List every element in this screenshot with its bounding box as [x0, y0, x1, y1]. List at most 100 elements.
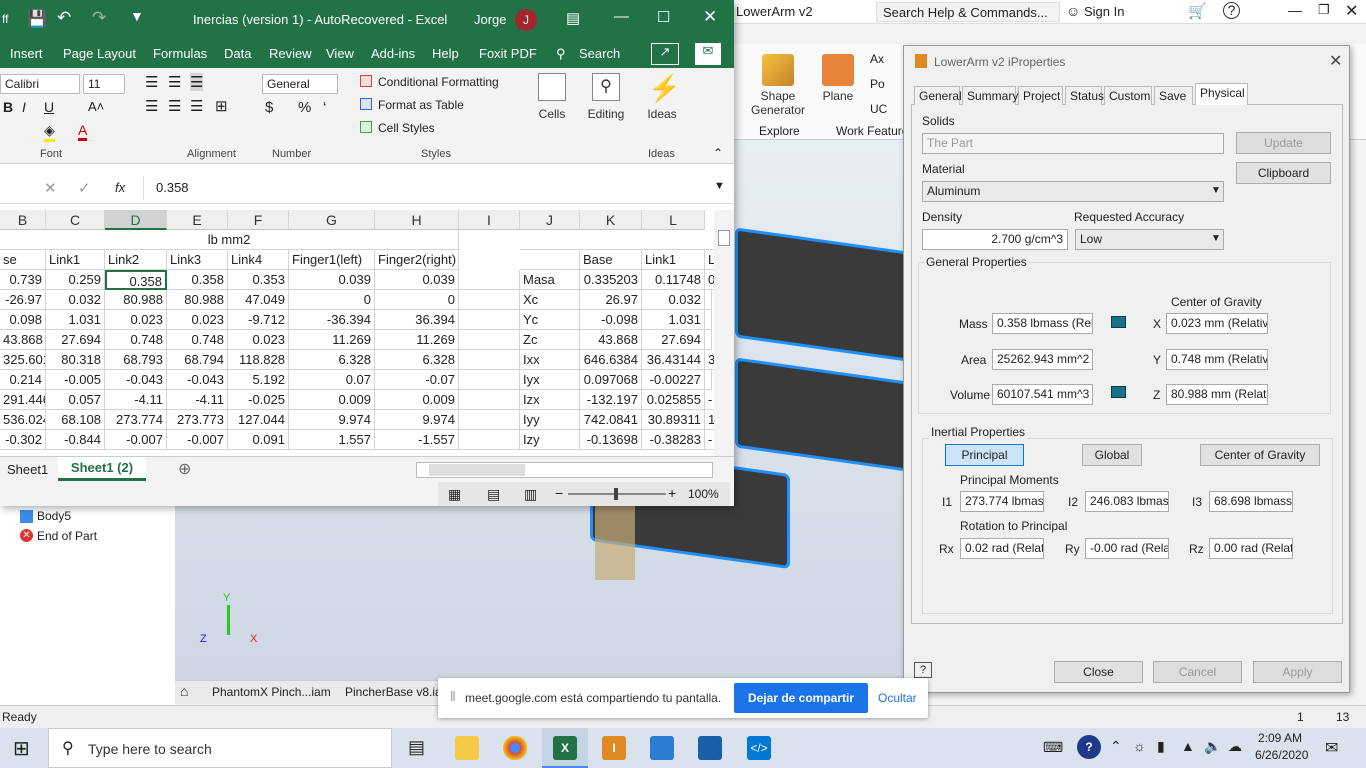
font-name-select[interactable]: Calibri	[0, 74, 80, 94]
comments-icon[interactable]: ✉	[695, 43, 721, 65]
column-header-H[interactable]: H	[375, 210, 459, 230]
merge-center-icon[interactable]: ⊞	[215, 97, 228, 115]
dialog-tab-status[interactable]: Status	[1065, 86, 1104, 105]
table-cell-empty[interactable]	[459, 410, 520, 430]
home-icon[interactable]: ⌂	[180, 683, 188, 699]
search-icon[interactable]: ⚲	[556, 46, 566, 62]
page-layout-view-icon[interactable]: ▤	[487, 486, 500, 503]
table-cell[interactable]: 0.358	[167, 270, 228, 290]
table-cell[interactable]: 0.025855	[642, 390, 705, 410]
table-cell[interactable]: -	[705, 390, 714, 410]
table-cell[interactable]: 0.039	[289, 270, 375, 290]
table-cell[interactable]: 0.739	[0, 270, 46, 290]
close-icon[interactable]: ✕	[1345, 1, 1358, 21]
table-cell[interactable]: Masa	[520, 270, 580, 290]
collapse-ribbon-icon[interactable]: ⌃	[713, 146, 723, 160]
currency-icon[interactable]: $	[265, 99, 273, 116]
wifi-icon[interactable]: ▲	[1181, 738, 1195, 754]
help-button[interactable]: ?	[914, 662, 932, 678]
table-cell[interactable]: 9.974	[289, 410, 375, 430]
table-cell[interactable]: Iyx	[520, 370, 580, 390]
table-cell[interactable]: -4.11	[167, 390, 228, 410]
table-cell[interactable]: -1.557	[375, 430, 459, 450]
table-cell[interactable]: 11.269	[375, 330, 459, 350]
table-cell[interactable]: 0	[705, 270, 714, 290]
horizontal-scrollbar[interactable]	[416, 462, 713, 478]
table-cell[interactable]: 0.032	[642, 290, 705, 310]
doc-tab-pincherbase[interactable]: PincherBase v8.iam	[345, 685, 452, 699]
font-size-select[interactable]: 11	[83, 74, 125, 94]
density-field[interactable]: 2.700 g/cm^3	[922, 229, 1068, 250]
table-cell[interactable]: 273.774	[105, 410, 167, 430]
show-hidden-icons[interactable]: ⌃	[1110, 738, 1122, 755]
table-cell[interactable]: -36.394	[289, 310, 375, 330]
add-sheet-icon[interactable]: ⊕	[178, 459, 191, 479]
align-center-icon[interactable]: ☰	[168, 97, 181, 115]
table-cell[interactable]: 0.11748	[642, 270, 705, 290]
table-cell[interactable]: 0.057	[46, 390, 105, 410]
table-cell[interactable]: 36.394	[375, 310, 459, 330]
table-cell-empty[interactable]	[459, 430, 520, 450]
i2-field[interactable]: 246.083 lbmass	[1085, 491, 1169, 512]
cells-button[interactable]: Cells	[536, 73, 568, 121]
cog-x-field[interactable]: 0.023 mm (Relative	[1166, 313, 1268, 334]
dialog-tab-custom[interactable]: Custom	[1104, 86, 1152, 105]
table-cell[interactable]: -0.00227	[642, 370, 705, 390]
table-cell[interactable]: 68.793	[105, 350, 167, 370]
table-cell[interactable]: 0.009	[375, 390, 459, 410]
column-title[interactable]: se	[0, 250, 46, 270]
table-cell[interactable]: -0.007	[105, 430, 167, 450]
apply-button[interactable]: Apply	[1253, 661, 1342, 683]
column-title[interactable]: Finger2(right)	[375, 250, 459, 270]
table-cell[interactable]: 6.328	[375, 350, 459, 370]
table-cell[interactable]: -0.38283	[642, 430, 705, 450]
update-button[interactable]: Update	[1236, 132, 1331, 154]
dialog-tab-project[interactable]: Project	[1018, 86, 1063, 105]
global-button[interactable]: Global	[1082, 444, 1142, 466]
column-title[interactable]: Finger1(left)	[289, 250, 375, 270]
table-cell-empty[interactable]	[459, 370, 520, 390]
zoom-in-icon[interactable]: +	[668, 485, 676, 501]
table-cell-empty[interactable]	[459, 290, 520, 310]
table-cell[interactable]: 27.694	[642, 330, 705, 350]
table-cell[interactable]: Izx	[520, 390, 580, 410]
table-cell[interactable]: -0.005	[46, 370, 105, 390]
column-header-K[interactable]: K	[580, 210, 642, 230]
cell-styles-button[interactable]: Cell Styles	[378, 121, 435, 135]
table-cell[interactable]: 1	[705, 410, 714, 430]
italic-button[interactable]: I	[22, 99, 26, 115]
table-cell[interactable]: 0.097068	[580, 370, 642, 390]
vertical-scrollbar[interactable]	[714, 210, 734, 456]
zoom-out-icon[interactable]: −	[555, 485, 563, 501]
grow-font-button[interactable]: A˄	[88, 99, 104, 114]
table-cell[interactable]: 536.024	[0, 410, 46, 430]
vscode-icon[interactable]: </>	[747, 736, 771, 760]
confirm-entry-icon[interactable]: ✓	[78, 179, 91, 197]
table-cell[interactable]: -132.197	[580, 390, 642, 410]
fill-color-icon[interactable]: ◈	[44, 122, 55, 142]
unit-header-right[interactable]	[520, 230, 714, 250]
outlook-icon[interactable]	[650, 736, 674, 760]
column-header-E[interactable]: E	[167, 210, 228, 230]
table-cell[interactable]: 325.601	[0, 350, 46, 370]
normal-view-icon[interactable]: ▦	[448, 486, 461, 503]
table-cell[interactable]: Iyy	[520, 410, 580, 430]
column-header-G[interactable]: G	[289, 210, 375, 230]
user-name[interactable]: Jorge	[474, 12, 507, 27]
zoom-level[interactable]: 100%	[688, 487, 719, 501]
tab-formulas[interactable]: Formulas	[153, 46, 207, 61]
align-left-icon[interactable]: ☰	[145, 97, 158, 115]
table-cell[interactable]: -0.098	[580, 310, 642, 330]
ideas-button[interactable]: ⚡ Ideas	[645, 73, 680, 121]
table-cell[interactable]: 291.446	[0, 390, 46, 410]
table-cell[interactable]: 5.192	[228, 370, 289, 390]
table-cell[interactable]: 1.557	[289, 430, 375, 450]
table-cell[interactable]	[705, 310, 712, 330]
table-cell[interactable]: 0.023	[228, 330, 289, 350]
h-scrollbar-thumb[interactable]	[429, 464, 525, 476]
column-title-right[interactable]: Link1	[642, 250, 705, 270]
table-cell-empty[interactable]	[459, 350, 520, 370]
share-icon[interactable]: ↗	[651, 43, 679, 65]
area-field[interactable]: 25262.943 mm^2 (	[992, 349, 1093, 370]
column-header-D[interactable]: D	[105, 210, 167, 230]
